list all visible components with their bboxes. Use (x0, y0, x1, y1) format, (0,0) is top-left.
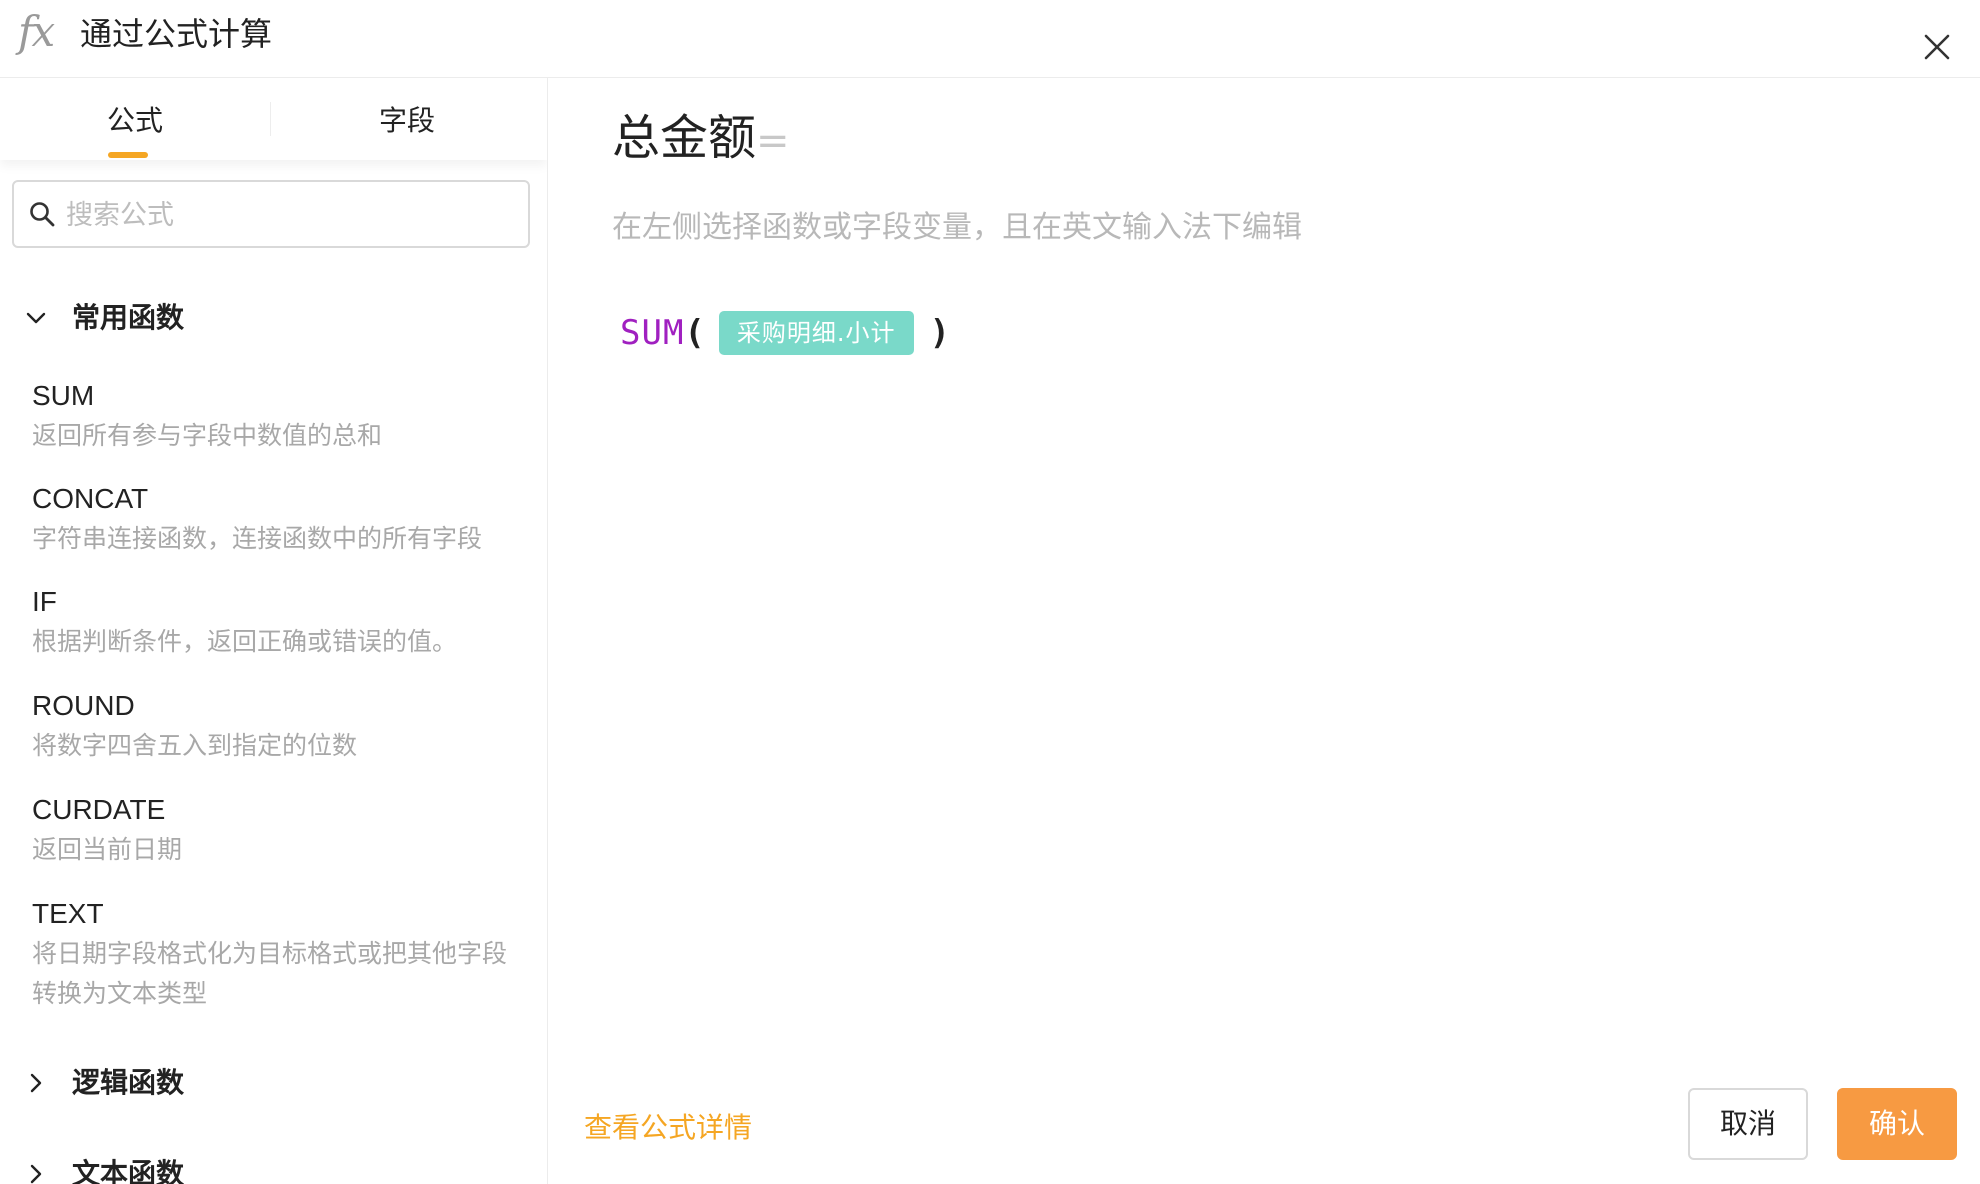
fx-icon: fx (18, 7, 55, 56)
function-description: 根据判断条件，返回正确或错误的值。 (32, 627, 458, 656)
function-name: IF (32, 586, 57, 617)
function-item-sum[interactable]: SUM 返回所有参与字段中数值的总和 (0, 376, 530, 458)
function-item-text[interactable]: TEXT 将日期字段格式化为目标格式或把其他字段转换为文本类型 (0, 894, 530, 1018)
function-name: CURDATE (32, 794, 166, 825)
function-description: 返回所有参与字段中数值的总和 (32, 421, 383, 450)
tab-fields[interactable]: 字段 (272, 78, 542, 160)
tab-divider (270, 102, 271, 136)
function-description: 返回当前日期 (32, 835, 183, 864)
formula-field-tag[interactable]: 采购明细.小计 (718, 311, 914, 355)
formula-detail-link[interactable]: 查看公式详情 (584, 1108, 752, 1148)
function-name: CONCAT (32, 483, 149, 514)
tab-formula[interactable]: 公式 (0, 78, 270, 160)
function-name: SUM (32, 380, 95, 411)
equals-sign: = (756, 118, 790, 164)
cancel-button[interactable]: 取消 (1688, 1088, 1808, 1160)
function-name: ROUND (32, 690, 135, 721)
target-field-title: 总金额= (612, 106, 790, 173)
function-item-if[interactable]: IF 根据判断条件，返回正确或错误的值。 (0, 582, 530, 664)
function-item-curdate[interactable]: CURDATE 返回当前日期 (0, 790, 530, 872)
search-input[interactable] (64, 186, 508, 244)
chevron-right-icon (30, 1073, 42, 1093)
category-logic-functions[interactable]: 逻辑函数 (0, 1053, 547, 1113)
target-field-name: 总金额 (612, 110, 757, 166)
category-label: 常用函数 (72, 301, 185, 334)
search-box[interactable] (12, 180, 530, 248)
function-name: TEXT (32, 898, 104, 929)
dialog-header: fx 通过公式计算 (0, 0, 1980, 78)
chevron-down-icon (26, 312, 46, 324)
chevron-right-icon (30, 1164, 42, 1184)
function-description: 将日期字段格式化为目标格式或把其他字段转换为文本类型 (32, 939, 508, 1008)
formula-expression[interactable]: SUM ( 采购明细.小计 ) (620, 308, 950, 358)
formula-dialog: fx 通过公式计算 公式 字段 常用 (0, 0, 1980, 1184)
formula-close-paren: ) (929, 313, 951, 353)
category-common-functions[interactable]: 常用函数 (0, 288, 547, 348)
dialog-title: 通过公式计算 (80, 15, 273, 53)
function-item-round[interactable]: ROUND 将数字四舍五入到指定的位数 (0, 686, 530, 768)
active-tab-indicator (108, 152, 148, 158)
function-item-concat[interactable]: CONCAT 字符串连接函数，连接函数中的所有字段 (0, 479, 530, 561)
confirm-button[interactable]: 确认 (1837, 1088, 1957, 1160)
close-icon (1924, 34, 1950, 60)
formula-editor: 总金额= 在左侧选择函数或字段变量，且在英文输入法下编辑 SUM ( 采购明细.… (548, 78, 1980, 1184)
category-label: 逻辑函数 (72, 1066, 185, 1099)
formula-open-paren: ( (684, 313, 705, 353)
close-button[interactable] (1912, 22, 1962, 72)
function-description: 将数字四舍五入到指定的位数 (32, 731, 358, 760)
panel-tabs: 公式 字段 (0, 78, 547, 160)
editor-hint: 在左侧选择函数或字段变量，且在英文输入法下编辑 (612, 210, 1302, 245)
category-text-functions[interactable]: 文本函数 (0, 1144, 547, 1184)
function-panel: 公式 字段 常用函数 SUM 返回所有参与字段中数值的总和 CONCAT 字符 (0, 78, 548, 1184)
function-description: 字符串连接函数，连接函数中的所有字段 (32, 524, 483, 553)
category-label: 文本函数 (72, 1157, 185, 1184)
formula-function-name[interactable]: SUM (620, 313, 684, 353)
search-icon (30, 202, 55, 227)
